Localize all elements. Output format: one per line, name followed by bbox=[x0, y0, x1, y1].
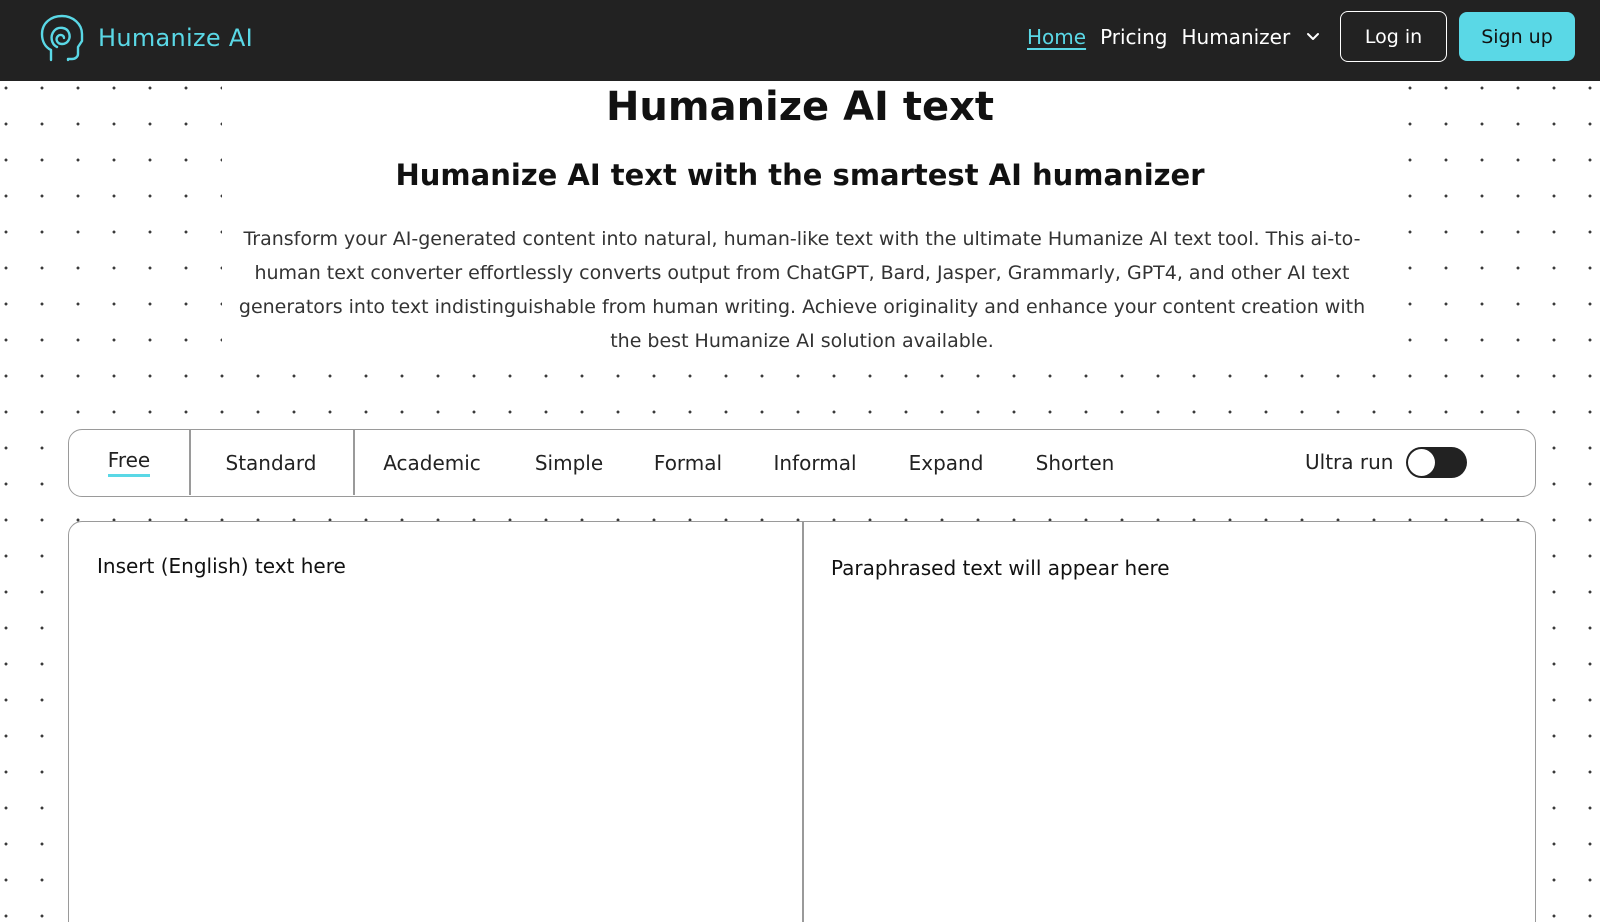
toggle-knob bbox=[1408, 449, 1435, 476]
nav-dropdown-humanizer[interactable]: Humanizer bbox=[1181, 25, 1320, 49]
login-button[interactable]: Log in bbox=[1340, 11, 1447, 62]
mode-tab-informal[interactable]: Informal bbox=[773, 430, 857, 495]
ultra-run-label: Ultra run bbox=[1305, 450, 1394, 474]
mode-tab-free[interactable]: Free bbox=[69, 430, 189, 495]
nav-dropdown-label: Humanizer bbox=[1181, 25, 1291, 49]
mode-tab-label: Informal bbox=[773, 450, 857, 475]
top-navbar: Humanize AI Home Pricing Humanizer Log i… bbox=[0, 0, 1600, 81]
nav-links: Home Pricing Humanizer bbox=[1027, 22, 1320, 52]
mode-tab-label: Standard bbox=[225, 450, 317, 475]
mode-tab-standard[interactable]: Standard bbox=[189, 430, 353, 495]
mode-tab-label: Academic bbox=[383, 450, 481, 475]
mode-selector-bar: Free Standard Academic Simple Formal Inf… bbox=[68, 429, 1536, 497]
mode-tab-label: Shorten bbox=[1035, 450, 1115, 475]
mode-tab-label: Free bbox=[107, 448, 151, 477]
mode-tab-expand[interactable]: Expand bbox=[908, 430, 984, 495]
head-spiral-icon bbox=[40, 14, 84, 62]
mode-tab-label: Expand bbox=[908, 450, 984, 475]
mode-divider bbox=[353, 430, 355, 495]
ultra-run-toggle[interactable] bbox=[1406, 447, 1467, 478]
page-description: Transform your AI-generated content into… bbox=[238, 228, 1366, 352]
mode-tab-label: Simple bbox=[534, 450, 604, 475]
output-placeholder: Paraphrased text will appear here bbox=[831, 556, 1170, 580]
input-textarea[interactable] bbox=[69, 522, 802, 922]
page-title: Humanize AI text bbox=[605, 84, 995, 130]
nav-link-home[interactable]: Home bbox=[1027, 25, 1086, 49]
mode-tab-shorten[interactable]: Shorten bbox=[1035, 430, 1115, 495]
chevron-down-icon bbox=[1307, 33, 1320, 40]
page-subtitle: Humanize AI text with the smartest AI hu… bbox=[395, 158, 1205, 192]
signup-button[interactable]: Sign up bbox=[1459, 12, 1575, 61]
nav-link-pricing[interactable]: Pricing bbox=[1100, 25, 1167, 49]
editor-divider bbox=[802, 522, 804, 922]
mode-tab-simple[interactable]: Simple bbox=[533, 430, 605, 495]
brand[interactable]: Humanize AI bbox=[40, 14, 253, 62]
editor-panel: Paraphrased text will appear here bbox=[68, 521, 1536, 922]
mode-tab-label: Formal bbox=[653, 450, 723, 475]
brand-name: Humanize AI bbox=[98, 24, 254, 52]
mode-tab-formal[interactable]: Formal bbox=[654, 430, 722, 495]
mode-tab-academic[interactable]: Academic bbox=[383, 430, 481, 495]
